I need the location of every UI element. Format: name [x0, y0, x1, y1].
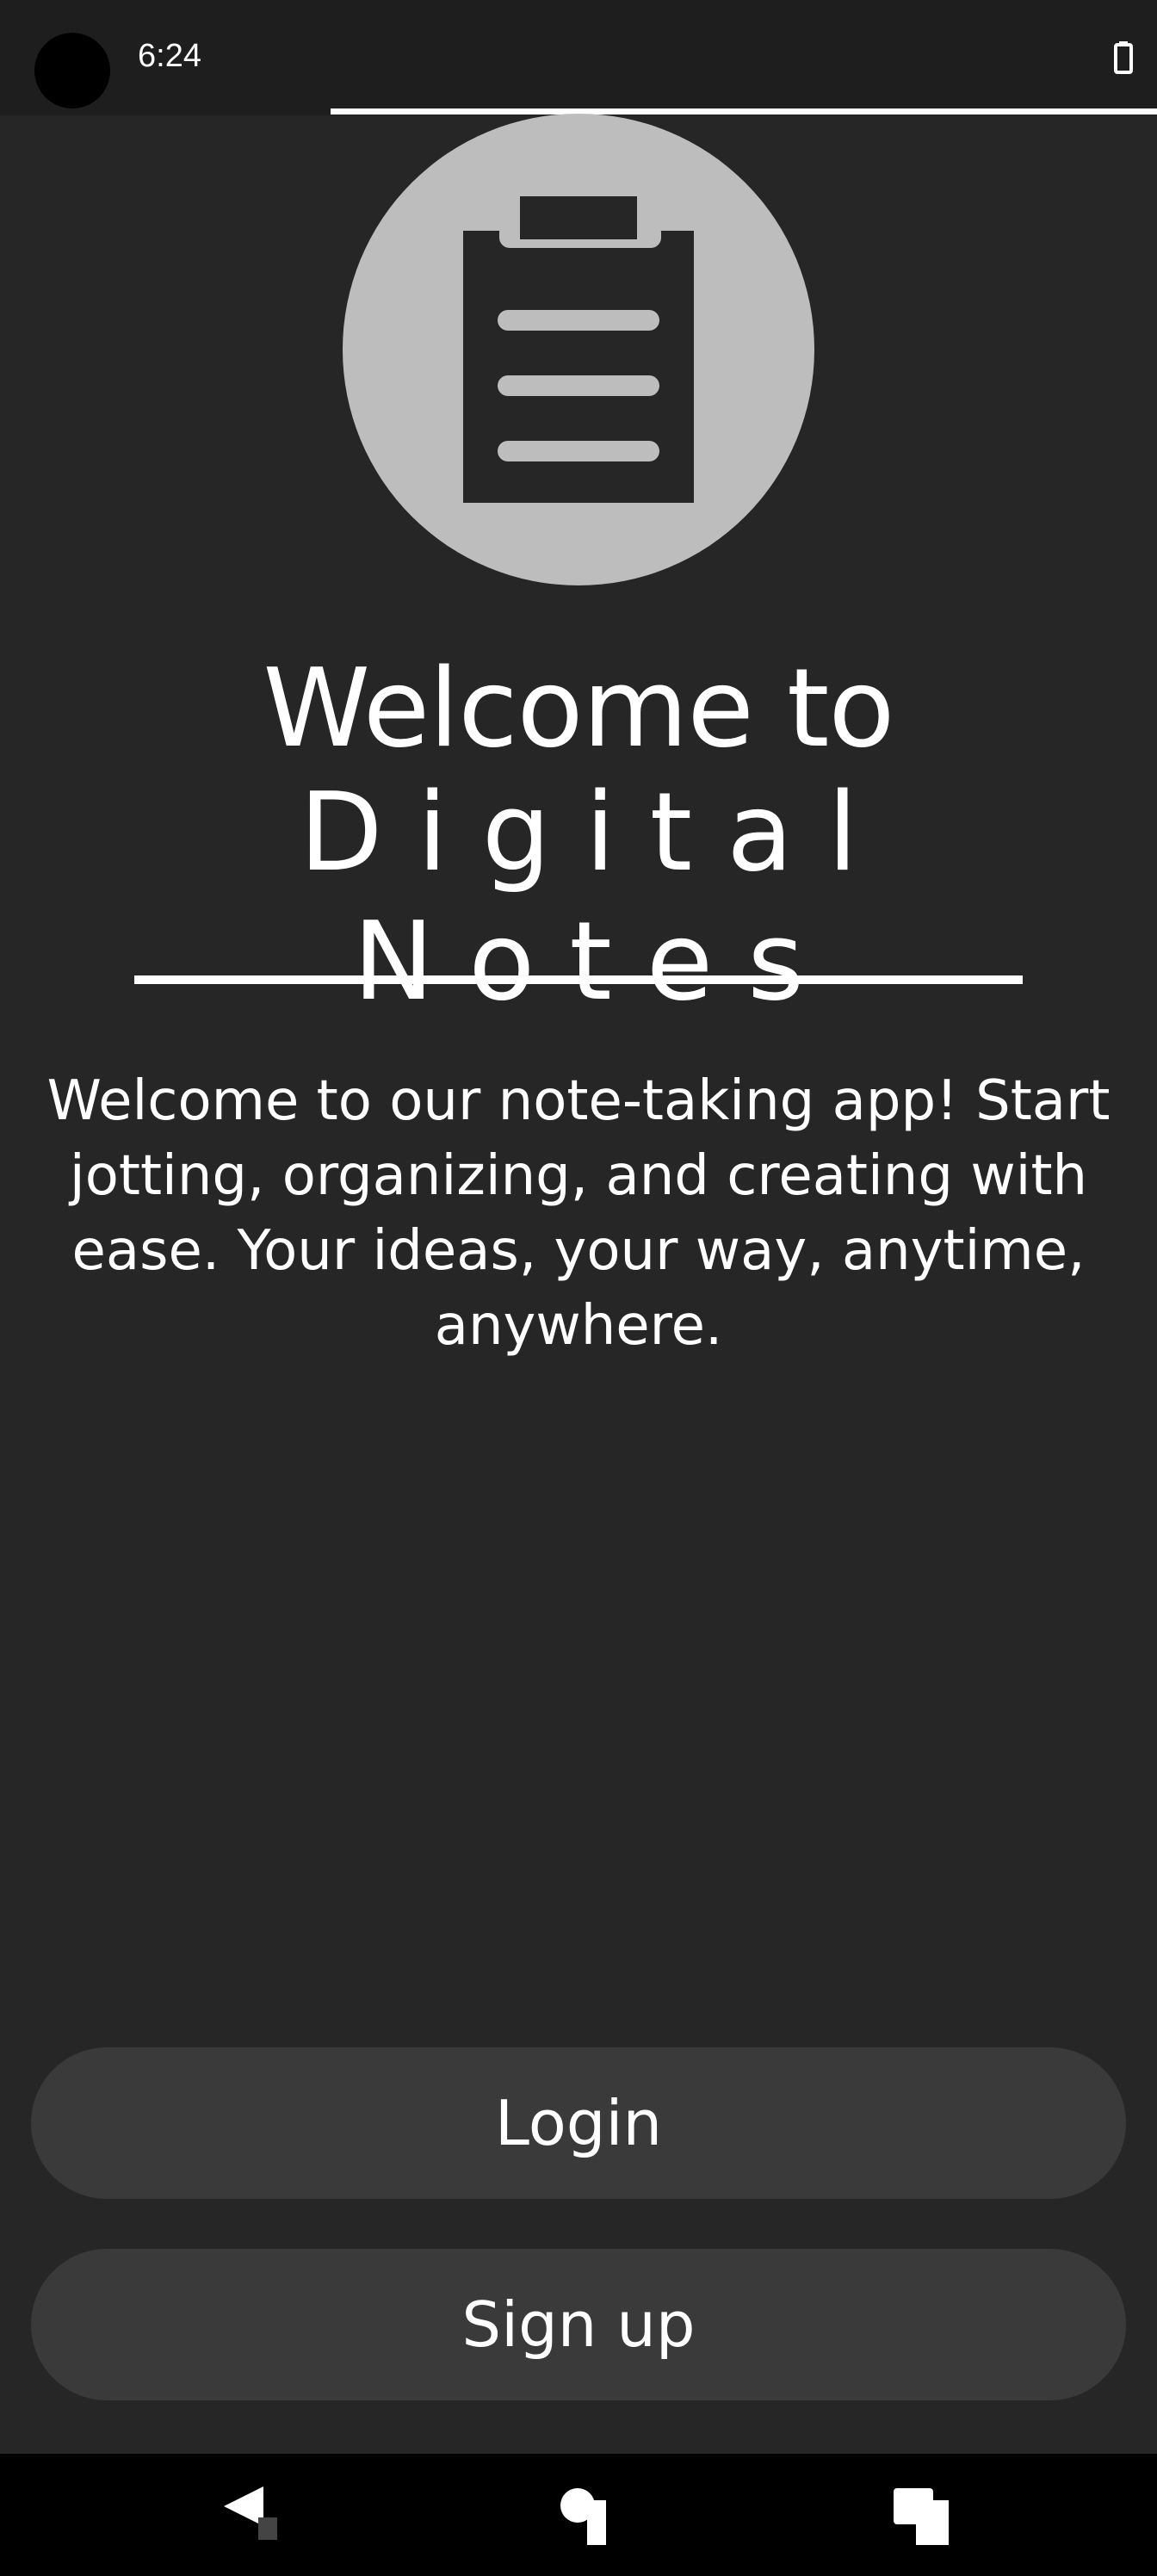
title-divider [134, 975, 1023, 984]
camera-cutout [34, 33, 110, 108]
login-button[interactable]: Login [31, 2047, 1126, 2199]
home-icon [560, 2488, 606, 2545]
welcome-title: Welcome to [263, 645, 895, 771]
recents-icon [894, 2488, 949, 2545]
back-icon [224, 2486, 277, 2540]
status-bar: 6:24 [0, 0, 1157, 115]
nav-back-button[interactable] [198, 2471, 301, 2557]
nav-recents-button[interactable] [871, 2471, 974, 2557]
battery-icon [1114, 41, 1133, 74]
nav-home-button[interactable] [537, 2471, 640, 2557]
app-logo [343, 114, 814, 585]
status-time: 6:24 [138, 38, 201, 74]
app-name-title: Digital Notes [299, 769, 893, 1025]
clipboard-icon [463, 196, 694, 503]
system-nav-bar [0, 2454, 1157, 2576]
welcome-description: Welcome to our note-taking app! Start jo… [46, 1069, 1111, 1358]
signup-button[interactable]: Sign up [31, 2249, 1126, 2400]
